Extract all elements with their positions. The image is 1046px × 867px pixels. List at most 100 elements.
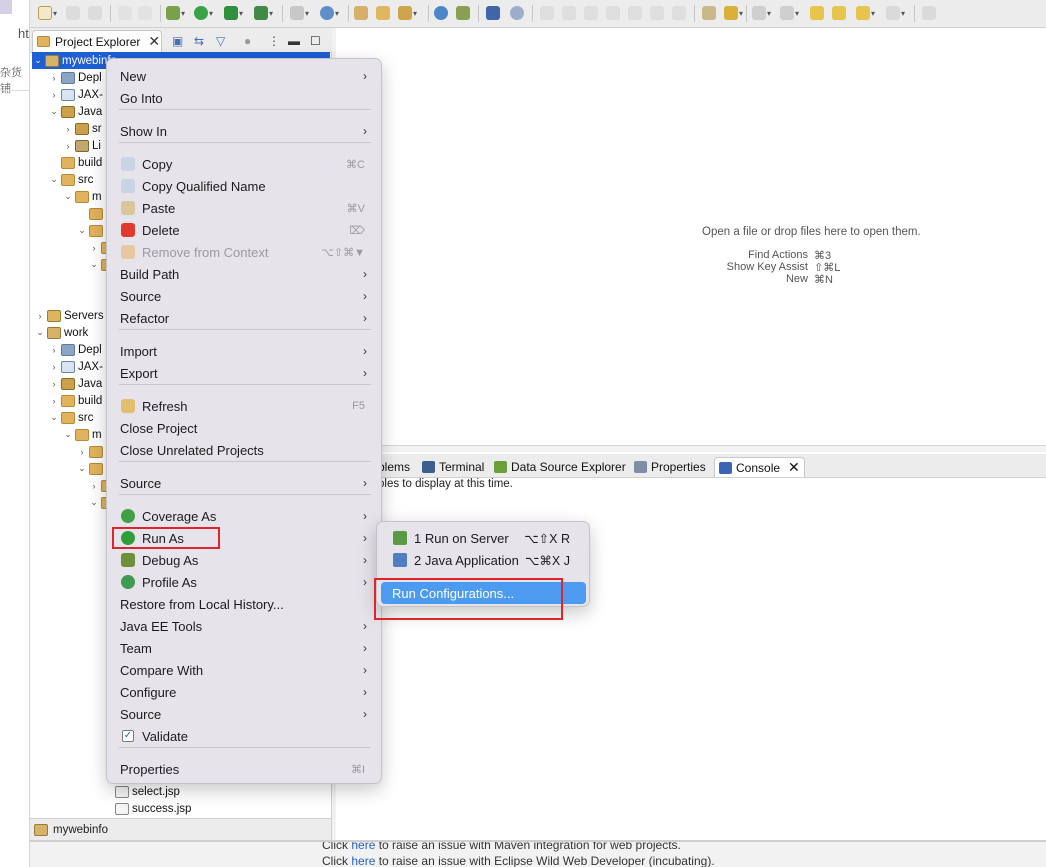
toggle-mark-button[interactable] <box>702 5 716 21</box>
tree-toggle-icon[interactable]: ⌄ <box>76 463 88 474</box>
menu-item-refactor[interactable]: Refactor › <box>111 307 379 329</box>
new-java-button[interactable]: ▾ <box>320 5 339 21</box>
tree-item[interactable]: ⌄ src <box>48 171 93 188</box>
tree-toggle-icon[interactable]: › <box>62 124 74 134</box>
tab-console[interactable]: Console ✕ <box>714 457 805 477</box>
menu-item-delete[interactable]: Delete ⌦ <box>111 219 379 241</box>
tree-item[interactable]: select.jsp <box>102 783 180 800</box>
annotation-button[interactable]: ▾ <box>724 5 743 21</box>
pin-button[interactable] <box>456 5 470 21</box>
tree-item[interactable]: ⌄ m <box>62 426 102 443</box>
tab-project-explorer[interactable]: Project Explorer ✕ <box>32 30 162 52</box>
tab-properties[interactable]: Properties <box>630 457 710 477</box>
menu-item-copy[interactable]: Copy ⌘C <box>111 153 379 175</box>
menu-item-close-project[interactable]: Close Project <box>111 417 379 439</box>
tree-item[interactable]: › <box>76 443 106 460</box>
filter-icon[interactable]: ▽ <box>216 34 225 48</box>
close-icon[interactable]: ✕ <box>148 33 160 50</box>
coverage-button[interactable]: ▾ <box>224 5 243 21</box>
menu-item-properties[interactable]: Properties ⌘I <box>111 758 379 780</box>
tab-terminal[interactable]: Terminal <box>418 457 488 477</box>
collapse-all-icon[interactable]: ▣ <box>172 34 183 48</box>
next-annotation-button[interactable]: ▾ <box>752 5 771 21</box>
tree-toggle-icon[interactable]: › <box>88 481 100 491</box>
menu-item-coverage-as[interactable]: Coverage As › <box>111 505 379 527</box>
last-edit-button[interactable] <box>810 5 824 21</box>
link-with-editor-icon[interactable]: ⇆ <box>194 34 204 48</box>
menu-item-compare-with[interactable]: Compare With › <box>111 659 379 681</box>
tree-item[interactable]: › JAX- <box>48 358 103 375</box>
menu-item-java-ee-tools[interactable]: Java EE Tools › <box>111 615 379 637</box>
tree-toggle-icon[interactable]: ⌄ <box>76 225 88 236</box>
tree-item[interactable]: › Depl <box>48 69 102 86</box>
tree-toggle-icon[interactable]: ⌄ <box>62 191 74 202</box>
new-server-button[interactable]: ▾ <box>290 5 309 21</box>
minimize-icon[interactable]: ▬ <box>288 34 300 48</box>
menu-item-go-into[interactable]: Go Into <box>111 87 379 109</box>
tree-toggle-icon[interactable]: ⌄ <box>48 106 60 117</box>
forward-button[interactable]: ▾ <box>886 5 905 21</box>
menu-item-build-path[interactable]: Build Path › <box>111 263 379 285</box>
tree-item[interactable]: › build <box>48 392 102 409</box>
menu-item-source[interactable]: Source › <box>111 703 379 725</box>
menu-item-profile-as[interactable]: Profile As › <box>111 571 379 593</box>
tree-item[interactable]: › JAX- <box>48 86 103 103</box>
web-link[interactable]: here <box>351 854 375 867</box>
disconnect-button[interactable] <box>606 5 620 21</box>
tree-toggle-icon[interactable]: › <box>48 379 60 389</box>
menu-item-paste[interactable]: Paste ⌘V <box>111 197 379 219</box>
open-type-button[interactable] <box>354 5 368 21</box>
maximize-icon[interactable]: ☐ <box>310 34 321 48</box>
tree-toggle-icon[interactable]: ⌄ <box>88 497 100 508</box>
run-button[interactable]: ▾ <box>194 5 213 21</box>
tree-item[interactable] <box>76 205 106 222</box>
previous-annotation-button[interactable]: ▾ <box>780 5 799 21</box>
menu-item-copy-qualified-name[interactable]: Copy Qualified Name <box>111 175 379 197</box>
redo-button[interactable] <box>138 5 152 21</box>
new-wizard-button[interactable]: ▾ <box>38 5 57 21</box>
back-history-button[interactable]: ▾ <box>856 5 875 21</box>
menu-item-import[interactable]: Import › <box>111 340 379 362</box>
tree-toggle-icon[interactable]: ⌄ <box>34 327 46 338</box>
menu-item-validate[interactable]: ✓ Validate <box>111 725 379 747</box>
menu-item-refresh[interactable]: Refresh F5 <box>111 395 379 417</box>
step-over-button[interactable] <box>650 5 664 21</box>
search-button[interactable] <box>510 5 524 21</box>
tree-toggle-icon[interactable]: ⌄ <box>88 259 100 270</box>
terminate-button[interactable] <box>584 5 598 21</box>
tab-data-source-explorer[interactable]: Data Source Explorer <box>490 457 630 477</box>
tree-item[interactable]: ⌄ Java <box>48 103 102 120</box>
tree-toggle-icon[interactable]: › <box>48 345 60 355</box>
menu-item-show-in[interactable]: Show In › <box>111 120 379 142</box>
terminal-button[interactable] <box>486 5 500 21</box>
open-task-button[interactable]: ▾ <box>398 5 417 21</box>
undo-button[interactable] <box>118 5 132 21</box>
focus-icon[interactable]: ● <box>244 34 251 48</box>
tree-item[interactable]: ⌄ <box>76 222 106 239</box>
tree-item[interactable]: › Servers <box>34 307 104 324</box>
globe-button[interactable] <box>434 5 448 21</box>
menu-item-debug-as[interactable]: Debug As › <box>111 549 379 571</box>
save-button[interactable] <box>66 5 80 21</box>
back-button[interactable] <box>832 5 846 21</box>
tree-item[interactable]: ⌄ src <box>48 409 93 426</box>
save-all-button[interactable] <box>88 5 102 21</box>
menu-item-run-on-server[interactable]: 1 Run on Server ⌥⇧X R <box>381 527 586 549</box>
suspend-button[interactable] <box>562 5 576 21</box>
menu-item-source[interactable]: Source › <box>111 472 379 494</box>
tree-toggle-icon[interactable]: ⌄ <box>48 174 60 185</box>
menu-item-configure[interactable]: Configure › <box>111 681 379 703</box>
close-icon[interactable]: ✕ <box>788 459 800 476</box>
tree-item[interactable]: › Java <box>48 375 102 392</box>
tree-toggle-icon[interactable]: › <box>62 141 74 151</box>
tree-toggle-icon[interactable]: › <box>88 243 100 253</box>
resume-button[interactable] <box>540 5 554 21</box>
step-return-button[interactable] <box>672 5 686 21</box>
tree-toggle-icon[interactable]: ⌄ <box>32 55 44 66</box>
tree-item[interactable]: build <box>48 154 102 171</box>
tree-toggle-icon[interactable]: › <box>48 90 60 100</box>
view-menu-icon[interactable]: ⋮ <box>268 34 280 48</box>
tree-toggle-icon[interactable]: › <box>48 362 60 372</box>
tree-toggle-icon[interactable]: › <box>34 311 46 321</box>
tree-toggle-icon[interactable]: › <box>76 447 88 457</box>
